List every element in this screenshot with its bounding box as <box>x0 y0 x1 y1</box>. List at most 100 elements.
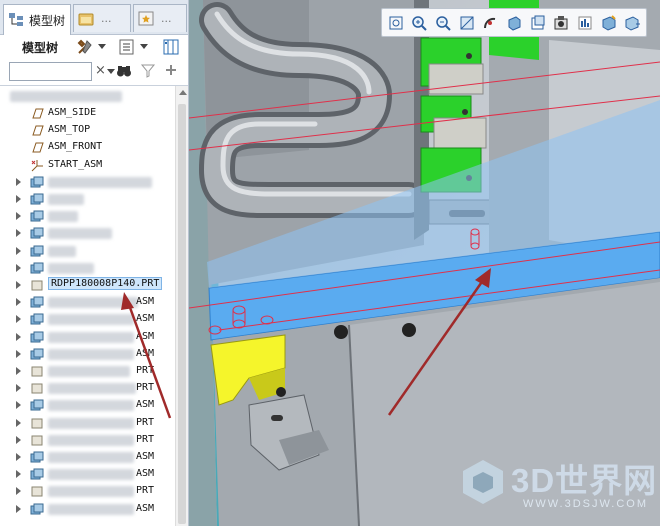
repaint-icon <box>460 16 474 29</box>
zoom-in-button[interactable] <box>410 12 430 33</box>
find-binoculars-icon[interactable] <box>116 63 132 79</box>
tree-item[interactable] <box>0 225 175 242</box>
view-manager-button[interactable] <box>551 12 571 33</box>
tree-item[interactable]: ASM_TOP <box>0 122 175 139</box>
part-icon <box>31 280 43 291</box>
part-icon <box>31 435 43 446</box>
zoom-out-button[interactable] <box>433 12 453 33</box>
tree-item-suffix: ASM <box>136 502 155 514</box>
expand-arrow-icon[interactable] <box>16 504 21 513</box>
expand-arrow-icon[interactable] <box>16 281 21 289</box>
columns-icon[interactable] <box>162 38 180 56</box>
tree-item[interactable]: PRT <box>0 415 175 432</box>
tree-item[interactable]: PRT <box>0 483 175 500</box>
annotation-display-button[interactable] <box>575 12 595 33</box>
settings-tools-icon[interactable] <box>76 38 94 56</box>
assembly-icon <box>30 503 44 515</box>
redacted-label <box>48 297 138 309</box>
tree-item[interactable]: ASM <box>0 294 175 311</box>
expand-arrow-icon[interactable] <box>16 229 21 238</box>
tree-item[interactable] <box>0 174 175 191</box>
scrollbar-thumb[interactable] <box>178 104 186 524</box>
tree-toolbar: 模型树 <box>0 35 188 59</box>
expand-arrow-icon[interactable] <box>16 418 21 427</box>
tree-scrollbar[interactable] <box>175 86 188 526</box>
part-icon <box>31 366 43 377</box>
expand-arrow-icon[interactable] <box>16 401 21 410</box>
redacted-label <box>48 383 136 395</box>
expand-arrow-icon[interactable] <box>16 487 21 496</box>
expand-arrow-icon[interactable] <box>16 263 21 272</box>
tree-root-row[interactable] <box>0 88 175 105</box>
expand-arrow-icon[interactable] <box>16 435 21 444</box>
expand-arrow-icon[interactable] <box>16 470 21 479</box>
tree-item[interactable]: RDPP180008P140.PRT <box>0 277 175 294</box>
tab-model-tree[interactable]: 模型树 <box>3 4 71 35</box>
app-window: 模型树 ... ... 模型树 × ASM_SIDE ASM_TOP ASM_F… <box>0 0 660 526</box>
tree-item[interactable]: ASM_FRONT <box>0 139 175 156</box>
tree-item[interactable]: PRT <box>0 432 175 449</box>
expand-arrow-icon[interactable] <box>16 332 21 341</box>
settings-dropdown-caret[interactable] <box>98 44 106 49</box>
scroll-up-icon[interactable] <box>179 90 187 95</box>
filter-icon[interactable] <box>140 63 156 79</box>
clear-search-icon[interactable]: × <box>95 63 106 78</box>
expand-arrow-icon[interactable] <box>16 384 21 393</box>
saved-views-button[interactable] <box>528 12 548 33</box>
assembly-icon <box>30 331 44 343</box>
spin-center-icon <box>484 17 496 28</box>
more-views-icon <box>625 15 641 31</box>
spin-center-button[interactable] <box>481 12 501 33</box>
tree-search-input[interactable] <box>9 62 92 81</box>
bolt-head <box>334 325 348 339</box>
tree-item[interactable]: ASM <box>0 346 175 363</box>
assembly-icon <box>30 348 44 360</box>
tree-toolbar-label: 模型树 <box>22 41 59 55</box>
tree-item[interactable]: START_ASM <box>0 157 175 174</box>
graphics-viewport[interactable]: 3D世界网 WWW.3DSJW.COM <box>189 0 660 526</box>
tree-item[interactable] <box>0 208 175 225</box>
tree-item[interactable]: ASM <box>0 466 175 483</box>
expand-arrow-icon[interactable] <box>16 298 21 307</box>
tree-item[interactable]: ASM <box>0 311 175 328</box>
show-dropdown-caret[interactable] <box>140 44 148 49</box>
display-style-button[interactable] <box>504 12 524 33</box>
add-column-icon[interactable] <box>164 63 178 77</box>
datum-display-button[interactable] <box>599 12 619 33</box>
search-dropdown-caret[interactable] <box>107 69 115 74</box>
tab-model-tree-label: 模型树 <box>29 13 66 28</box>
tree-item[interactable]: ASM <box>0 397 175 414</box>
tree-item[interactable]: PRT <box>0 363 175 380</box>
expand-arrow-icon[interactable] <box>16 453 21 461</box>
repaint-button[interactable] <box>457 12 477 33</box>
expand-arrow-icon[interactable] <box>16 349 21 358</box>
expand-arrow-icon[interactable] <box>16 177 21 186</box>
refit-button[interactable] <box>386 12 406 33</box>
view-manager-icon <box>554 15 568 29</box>
tab-favorites[interactable]: ... <box>133 4 187 32</box>
tab-folder-browser-label: ... <box>101 12 112 25</box>
expand-arrow-icon[interactable] <box>16 246 21 255</box>
expand-arrow-icon[interactable] <box>16 315 21 324</box>
tree-item[interactable]: ASM <box>0 501 175 518</box>
tree-item[interactable] <box>0 243 175 260</box>
tree-item[interactable]: ASM <box>0 329 175 346</box>
expand-arrow-icon[interactable] <box>16 367 21 375</box>
tree-item[interactable]: ASM_SIDE <box>0 105 175 122</box>
tree-item[interactable]: ASM <box>0 449 175 466</box>
tree-item[interactable]: PRT <box>0 380 175 397</box>
more-views-button[interactable] <box>622 12 642 33</box>
tree-item[interactable] <box>0 260 175 277</box>
tab-folder-browser[interactable]: ... <box>73 4 131 32</box>
annotation-display-icon <box>578 16 592 29</box>
site-watermark: 3D世界网 WWW.3DSJW.COM <box>459 452 659 526</box>
expand-arrow-icon[interactable] <box>16 195 21 203</box>
model-tree: ASM_SIDE ASM_TOP ASM_FRONT START_ASM RDPP180… <box>0 88 175 526</box>
redacted-label <box>48 452 134 463</box>
expand-arrow-icon[interactable] <box>16 212 21 221</box>
tree-item[interactable] <box>0 191 175 208</box>
assembly-icon <box>30 210 44 222</box>
model-3d-scene[interactable] <box>189 0 660 526</box>
show-options-icon[interactable] <box>118 38 136 56</box>
redacted-label <box>48 228 112 240</box>
